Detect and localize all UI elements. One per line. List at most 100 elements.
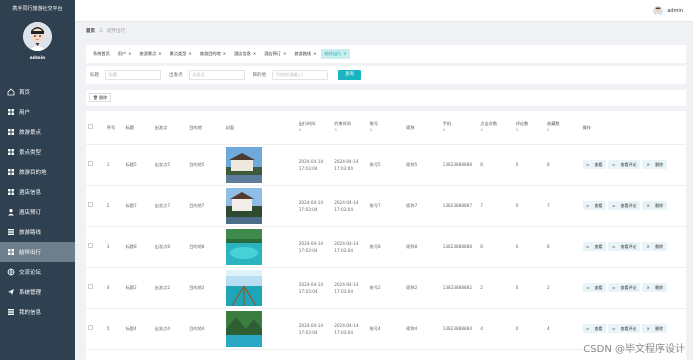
table-cell: 账号7 [367, 185, 405, 227]
row-checkbox[interactable] [88, 161, 93, 166]
column-header[interactable]: 评论数 ⇅ [513, 111, 546, 145]
avatar [653, 6, 664, 16]
sidebar-item[interactable]: 旅游景点 [0, 122, 75, 142]
avatar-icon [653, 6, 664, 16]
table-cell: 0 [513, 226, 546, 268]
table-cell: 2 [478, 267, 514, 309]
table-header-row: 序号 标题 出发点 目的地 封面 出行时间 ⇅ 约束时间 ⇅ 账号 ⇅ 昵称 手机 ⇅ 点击次数 ⇅ 评论数 ⇅ 收… [86, 111, 686, 145]
sort-icon[interactable]: ⇅ [480, 127, 511, 134]
view-button[interactable]: ▫ 查看 [582, 324, 607, 333]
table-cell: 2024-04-14 17:03:04 [332, 185, 368, 227]
view-comments-button[interactable]: ▫ 查看评论 [608, 201, 641, 210]
op-label: 删除 [653, 284, 666, 291]
view-button[interactable]: ▫ 查看 [582, 201, 607, 210]
close-icon[interactable]: × [283, 49, 286, 59]
close-icon[interactable]: × [253, 49, 256, 59]
row-checkbox[interactable] [88, 284, 93, 289]
tab[interactable]: 旅游路线 × [291, 49, 319, 59]
search-button[interactable]: 查询 [338, 70, 361, 80]
column-header[interactable]: 点击次数 ⇅ [478, 111, 514, 145]
delete-label: 删除 [99, 95, 108, 100]
close-icon[interactable]: × [158, 49, 161, 59]
tab[interactable]: 结伴出行 × [321, 49, 350, 59]
close-icon[interactable]: × [343, 49, 346, 59]
tab[interactable]: 系统首页 [90, 49, 113, 59]
view-comments-button[interactable]: ▫ 查看评论 [608, 242, 641, 251]
sidebar-item[interactable]: 结伴出行 [0, 242, 75, 262]
sort-icon[interactable]: ⇅ [547, 127, 578, 134]
sort-icon[interactable]: ⇅ [299, 127, 330, 134]
sidebar-item[interactable]: 系统管理 [0, 282, 75, 302]
delete-row-button[interactable]: × 删除 [642, 324, 668, 333]
grid-icon [7, 148, 15, 156]
delete-row-button[interactable]: × 删除 [642, 201, 668, 210]
view-comments-button[interactable]: ▫ 查看评论 [608, 324, 641, 333]
view-button[interactable]: ▫ 查看 [582, 283, 607, 292]
op-label: 查看评论 [618, 284, 639, 291]
delete-row-button[interactable]: × 删除 [642, 160, 668, 169]
table-cell: 2024-04-14 17:03:04 [332, 308, 368, 350]
tab-label: 旅游目的地 [199, 51, 221, 56]
dest-input[interactable]: 目的地(请输入) [272, 70, 328, 80]
close-icon: × [644, 161, 654, 168]
table-cell: 4 [104, 267, 124, 309]
select-all-checkbox[interactable] [88, 123, 93, 129]
table-cell: 13823888884 [440, 308, 479, 350]
tab[interactable]: 景点类型 × [167, 49, 195, 59]
view-button[interactable]: ▫ 查看 [582, 242, 607, 251]
row-checkbox[interactable] [88, 325, 93, 330]
column-header: 封面 [223, 111, 297, 145]
sort-icon[interactable]: ⇅ [516, 127, 543, 134]
globe-icon [7, 268, 15, 276]
sidebar-item[interactable]: 景点类型 [0, 142, 75, 162]
column-header-label: 手机 [442, 121, 452, 127]
sidebar-item[interactable]: 交流论坛 [0, 262, 75, 282]
table-cell: 昵称7 [404, 185, 441, 227]
sidebar-item[interactable]: 用户 [0, 102, 75, 122]
tab[interactable]: 旅游目的地 × [197, 49, 229, 59]
column-header[interactable]: 收藏数 ⇅ [545, 111, 581, 145]
table-cell: 0 [513, 144, 546, 186]
row-checkbox[interactable] [88, 243, 93, 248]
column-header[interactable]: 约束时间 ⇅ [332, 111, 368, 145]
op-label: 删除 [653, 202, 666, 209]
tab[interactable]: 酒店预订 × [261, 49, 289, 59]
sidebar-item[interactable]: 首页 [0, 82, 75, 102]
sidebar-item[interactable]: 旅游路线 [0, 222, 75, 242]
grid-icon [7, 128, 15, 136]
sidebar-item[interactable]: 旅游目的地 [0, 162, 75, 182]
delete-row-button[interactable]: × 删除 [642, 283, 668, 292]
view-comments-button[interactable]: ▫ 查看评论 [608, 160, 641, 169]
sort-icon[interactable]: ⇅ [443, 127, 477, 134]
column-header[interactable]: 手机 ⇅ [440, 111, 479, 145]
close-icon[interactable]: × [223, 49, 226, 59]
grid-icon [7, 168, 15, 176]
sidebar-item[interactable]: 我的信息 [0, 302, 75, 322]
table-cell: 0 [513, 267, 546, 309]
tab[interactable]: 用户 × [115, 49, 135, 59]
sidebar-item[interactable]: 酒店预订 [0, 202, 75, 222]
view-comments-button[interactable]: ▫ 查看评论 [608, 283, 641, 292]
close-icon[interactable]: × [128, 49, 131, 59]
sort-icon[interactable]: ⇅ [370, 127, 403, 134]
tab[interactable]: 旅游景点 × [137, 49, 165, 59]
table-cell: 7 [545, 185, 581, 227]
close-icon[interactable]: × [188, 49, 191, 59]
header-checkbox-cell [86, 111, 105, 145]
breadcrumb-home[interactable]: 首页 [86, 28, 95, 34]
send-icon [7, 288, 15, 296]
column-header[interactable]: 出行时间 ⇅ [296, 111, 333, 145]
delete-button[interactable]: 🗑 删除 [89, 93, 111, 102]
view-button[interactable]: ▫ 查看 [582, 160, 607, 169]
sidebar-item[interactable]: 酒店信息 [0, 182, 75, 202]
top-user[interactable]: admin [653, 6, 683, 16]
tab[interactable]: 酒店信息 × [231, 49, 259, 59]
title-input[interactable]: 标题 [105, 70, 161, 80]
from-input[interactable]: 出发点 [188, 70, 245, 80]
delete-row-button[interactable]: × 删除 [642, 242, 668, 251]
column-header[interactable]: 账号 ⇅ [367, 111, 405, 145]
avatar[interactable] [23, 22, 52, 51]
close-icon[interactable]: × [313, 49, 316, 59]
row-checkbox[interactable] [88, 202, 93, 207]
sort-icon[interactable]: ⇅ [334, 127, 365, 134]
